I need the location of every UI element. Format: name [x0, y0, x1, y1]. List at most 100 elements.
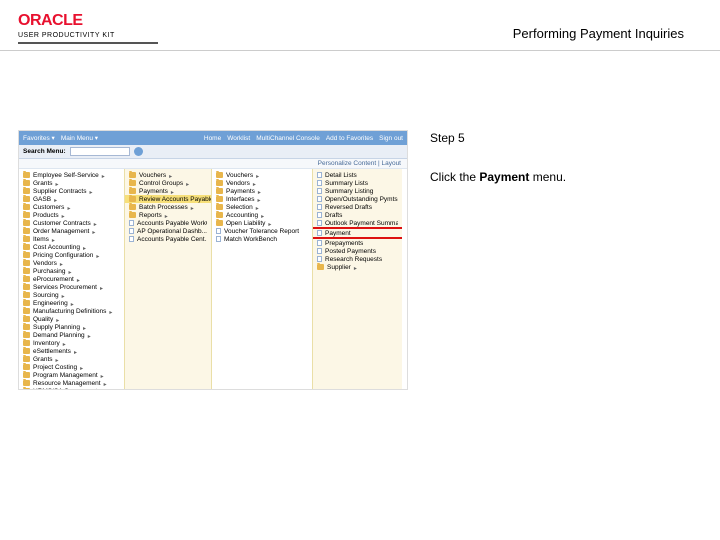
chevron-right-icon [67, 205, 71, 209]
folder-icon [23, 300, 30, 306]
menu-item-label: Accounts Payable WorkCenter [137, 220, 207, 227]
main-menu-column: Employee Self-ServiceGrantsSupplier Cont… [19, 169, 124, 389]
menu-item-label: Customers [33, 204, 64, 211]
menu-item[interactable]: Control Groups [129, 179, 207, 187]
menu-item[interactable]: Project Costing [23, 363, 120, 371]
menu-item[interactable]: AP Operational Dashb... [129, 227, 207, 235]
menu-item-label: Interfaces [226, 196, 255, 203]
menu-item[interactable]: Customer Contracts [23, 219, 120, 227]
menu-item[interactable]: Customers [23, 203, 120, 211]
menu-item[interactable]: Vouchers [216, 171, 308, 179]
menu-item[interactable]: Services Procurement [23, 283, 120, 291]
menu-item-label: Sourcing [33, 292, 59, 299]
menu-item[interactable]: Batch Processes [129, 203, 207, 211]
topnav-item[interactable]: MultiChannel Console [256, 135, 320, 142]
chevron-right-icon [100, 285, 104, 289]
search-input[interactable] [70, 147, 130, 156]
document-icon [317, 204, 322, 210]
menu-item[interactable]: Research Requests [317, 255, 398, 263]
menu-item[interactable]: Program Management [23, 371, 120, 379]
document-icon [317, 240, 322, 246]
menu-item[interactable]: Supplier Contracts [23, 187, 120, 195]
menu-item[interactable]: Selection [216, 203, 308, 211]
menu-item[interactable]: Interfaces [216, 195, 308, 203]
menu-item[interactable]: Drafts [317, 211, 398, 219]
topnav-item[interactable]: Home [204, 135, 221, 142]
document-icon [317, 220, 322, 226]
menu-item[interactable]: Sourcing [23, 291, 120, 299]
menu-item[interactable]: Open/Outstanding Pymts [317, 195, 398, 203]
menu-item[interactable]: Vendors [216, 179, 308, 187]
menu-item[interactable]: Purchasing [23, 267, 120, 275]
menu-item[interactable]: Accounting [216, 211, 308, 219]
folder-icon [23, 284, 30, 290]
menu-item[interactable]: Detail Lists [317, 171, 398, 179]
menu-item[interactable]: Review Accounts Payable Info [125, 195, 211, 203]
menu-item[interactable]: Order Management [23, 227, 120, 235]
menu-item[interactable]: Vendors [23, 259, 120, 267]
folder-icon [129, 204, 136, 210]
menu-item[interactable]: GASB [23, 195, 120, 203]
menu-item[interactable]: Summary Listing [317, 187, 398, 195]
chevron-right-icon [77, 277, 81, 281]
topnav-item[interactable]: Favorites ▾ [23, 134, 55, 142]
menu-item[interactable]: Reversed Drafts [317, 203, 398, 211]
menu-item[interactable]: Open Liability [216, 219, 308, 227]
menu-item[interactable]: Voucher Tolerance Report [216, 227, 308, 235]
menu-item[interactable]: Supply Planning [23, 323, 120, 331]
chevron-right-icon [92, 229, 96, 233]
topnav-item[interactable]: Add to Favorites [326, 135, 373, 142]
menu-item[interactable]: eSettlements [23, 347, 120, 355]
menu-item[interactable]: Accounts Payable WorkCenter [129, 219, 207, 227]
menu-item[interactable]: Engineering [23, 299, 120, 307]
chevron-right-icon [74, 349, 78, 353]
menu-item[interactable]: HRMS/SA Components [23, 387, 120, 390]
menu-item[interactable]: Quality [23, 315, 120, 323]
menu-item[interactable]: Accounts Payable Cent... [129, 235, 207, 243]
menu-item[interactable]: Match WorkBench [216, 235, 308, 243]
menu-item[interactable]: Posted Payments [317, 247, 398, 255]
folder-icon [23, 212, 30, 218]
chevron-right-icon [104, 389, 108, 390]
menu-item[interactable]: Payments [129, 187, 207, 195]
payment-menu-item[interactable]: Payment [317, 229, 398, 237]
topnav-item[interactable]: Sign out [379, 135, 403, 142]
document-icon [317, 172, 322, 178]
menu-item[interactable]: Payments [216, 187, 308, 195]
chevron-right-icon [109, 309, 113, 313]
personalize-link[interactable]: Personalize Content | Layout [19, 159, 407, 169]
menu-item-label: Accounting [226, 212, 258, 219]
menu-item[interactable]: Products [23, 211, 120, 219]
chevron-right-icon [83, 245, 87, 249]
menu-item[interactable]: Grants [23, 355, 120, 363]
menu-item[interactable]: Demand Planning [23, 331, 120, 339]
menu-item[interactable]: Vouchers [129, 171, 207, 179]
menu-item[interactable]: Outlook Payment Summary [317, 219, 398, 227]
menu-item-label: Outlook Payment Summary [325, 220, 398, 227]
menu-item[interactable]: Reports [129, 211, 207, 219]
menu-item[interactable]: Items [23, 235, 120, 243]
menu-item[interactable]: Employee Self-Service [23, 171, 120, 179]
menu-item[interactable]: Manufacturing Definitions [23, 307, 120, 315]
menu-item[interactable]: Supplier [317, 263, 398, 271]
menu-item[interactable]: Resource Management [23, 379, 120, 387]
go-icon[interactable] [134, 147, 143, 156]
topnav-item[interactable]: Worklist [227, 135, 250, 142]
menu-item-label: Reversed Drafts [325, 204, 372, 211]
folder-icon [23, 228, 30, 234]
menu-item[interactable]: eProcurement [23, 275, 120, 283]
menu-item[interactable]: Cost Accounting [23, 243, 120, 251]
menu-item-label: Supplier [327, 264, 351, 271]
menu-item-label: GASB [33, 196, 51, 203]
topnav-item[interactable]: Main Menu ▾ [61, 134, 98, 142]
menu-item[interactable]: Summary Lists [317, 179, 398, 187]
folder-icon [129, 172, 136, 178]
menu-item[interactable]: Pricing Configuration [23, 251, 120, 259]
menu-item[interactable]: Grants [23, 179, 120, 187]
chevron-right-icon [88, 333, 92, 337]
menu-item-label: HRMS/SA Components [33, 388, 101, 391]
folder-icon [23, 356, 30, 362]
menu-item-label: Employee Self-Service [33, 172, 99, 179]
menu-item[interactable]: Prepayments [317, 239, 398, 247]
menu-item[interactable]: Inventory [23, 339, 120, 347]
